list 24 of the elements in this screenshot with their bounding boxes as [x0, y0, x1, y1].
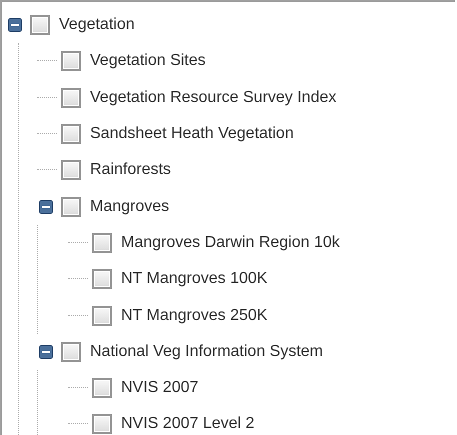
checkbox[interactable]	[92, 232, 112, 253]
tree-item-label[interactable]: Mangroves	[90, 198, 170, 216]
checkbox[interactable]	[61, 124, 81, 144]
checkbox[interactable]	[61, 88, 81, 108]
tree-item-label[interactable]: Mangroves Darwin Region 10k	[121, 234, 340, 252]
tree-item-label[interactable]: NT Mangroves 100K	[121, 270, 268, 288]
checkbox[interactable]	[61, 51, 81, 72]
checkbox[interactable]	[92, 414, 112, 434]
tree-item-label[interactable]: NVIS 2007 Level 2	[121, 415, 254, 434]
checkbox[interactable]	[61, 160, 81, 180]
tree-item-label[interactable]: National Veg Information System	[90, 342, 324, 361]
checkbox[interactable]	[92, 269, 112, 290]
tree-item-label[interactable]: Rainforests	[90, 161, 171, 180]
tree-item-label[interactable]: Vegetation Resource Survey Index	[90, 88, 336, 107]
checkbox[interactable]	[92, 378, 112, 398]
checkbox[interactable]	[61, 196, 81, 217]
tree-item-label[interactable]: Vegetation Sites	[90, 52, 206, 70]
checkbox[interactable]	[30, 15, 50, 36]
tree-item-label[interactable]: Vegetation	[59, 16, 135, 34]
checkbox[interactable]	[92, 306, 112, 326]
tree-item-label[interactable]: NT Mangroves 250K	[121, 306, 268, 325]
tree-item-label[interactable]: Sandsheet Heath Vegetation	[90, 125, 294, 144]
tree-item-label[interactable]: NVIS 2007	[121, 379, 198, 398]
checkbox[interactable]	[61, 342, 81, 362]
